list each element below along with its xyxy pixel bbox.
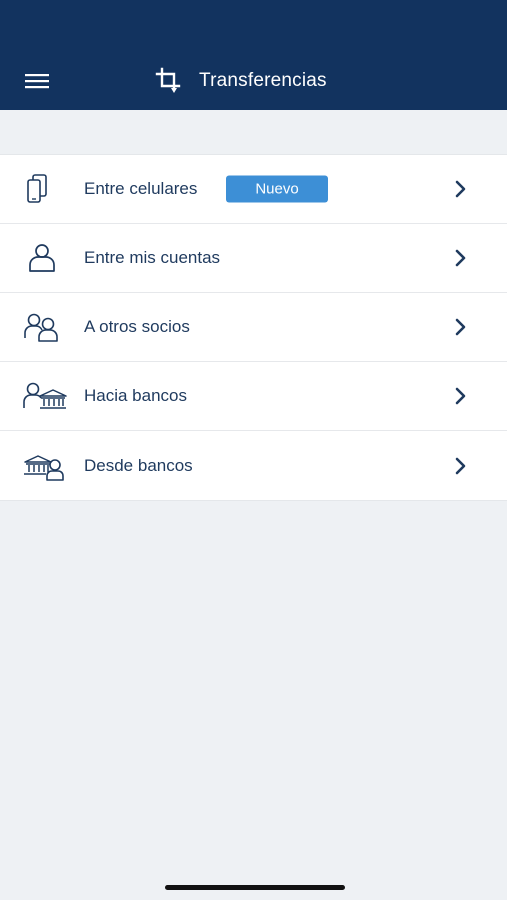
person-to-bank-icon [22, 379, 70, 413]
chevron-right-icon [452, 179, 470, 199]
new-badge: Nuevo [226, 175, 328, 203]
list-item-label: Desde bancos [84, 455, 193, 475]
app-screen: Transferencias Entre celulares Nuevo Ent… [0, 0, 507, 900]
page-title: Transferencias [199, 70, 327, 91]
home-indicator[interactable] [165, 885, 345, 890]
two-people-icon [22, 310, 70, 344]
transfer-crop-icon [154, 65, 186, 97]
transfer-options-list: Entre celulares Nuevo Entre mis cuentas [0, 154, 507, 501]
app-header: Transferencias [0, 0, 507, 110]
list-item-desde-bancos[interactable]: Desde bancos [0, 431, 507, 500]
list-item-label: Entre mis cuentas [84, 248, 221, 267]
list-item-label: A otros socios [84, 317, 190, 336]
chevron-right-icon [452, 386, 470, 406]
list-item-entre-mis-cuentas[interactable]: Entre mis cuentas [0, 224, 507, 293]
list-item-label: Hacia bancos [84, 386, 188, 405]
hamburger-menu-icon [25, 74, 49, 89]
mobile-phones-icon [22, 172, 70, 206]
person-icon [22, 241, 70, 275]
bank-to-person-icon [22, 449, 70, 483]
list-item-entre-celulares[interactable]: Entre celulares Nuevo [0, 155, 507, 224]
chevron-right-icon [452, 317, 470, 337]
header-title-group: Transferencias [154, 64, 327, 98]
list-item-hacia-bancos[interactable]: Hacia bancos [0, 362, 507, 431]
list-item-label: Entre celulares [84, 179, 198, 198]
chevron-right-icon [452, 456, 470, 476]
menu-button[interactable] [22, 66, 52, 96]
chevron-right-icon [452, 248, 470, 268]
list-item-a-otros-socios[interactable]: A otros socios [0, 293, 507, 362]
